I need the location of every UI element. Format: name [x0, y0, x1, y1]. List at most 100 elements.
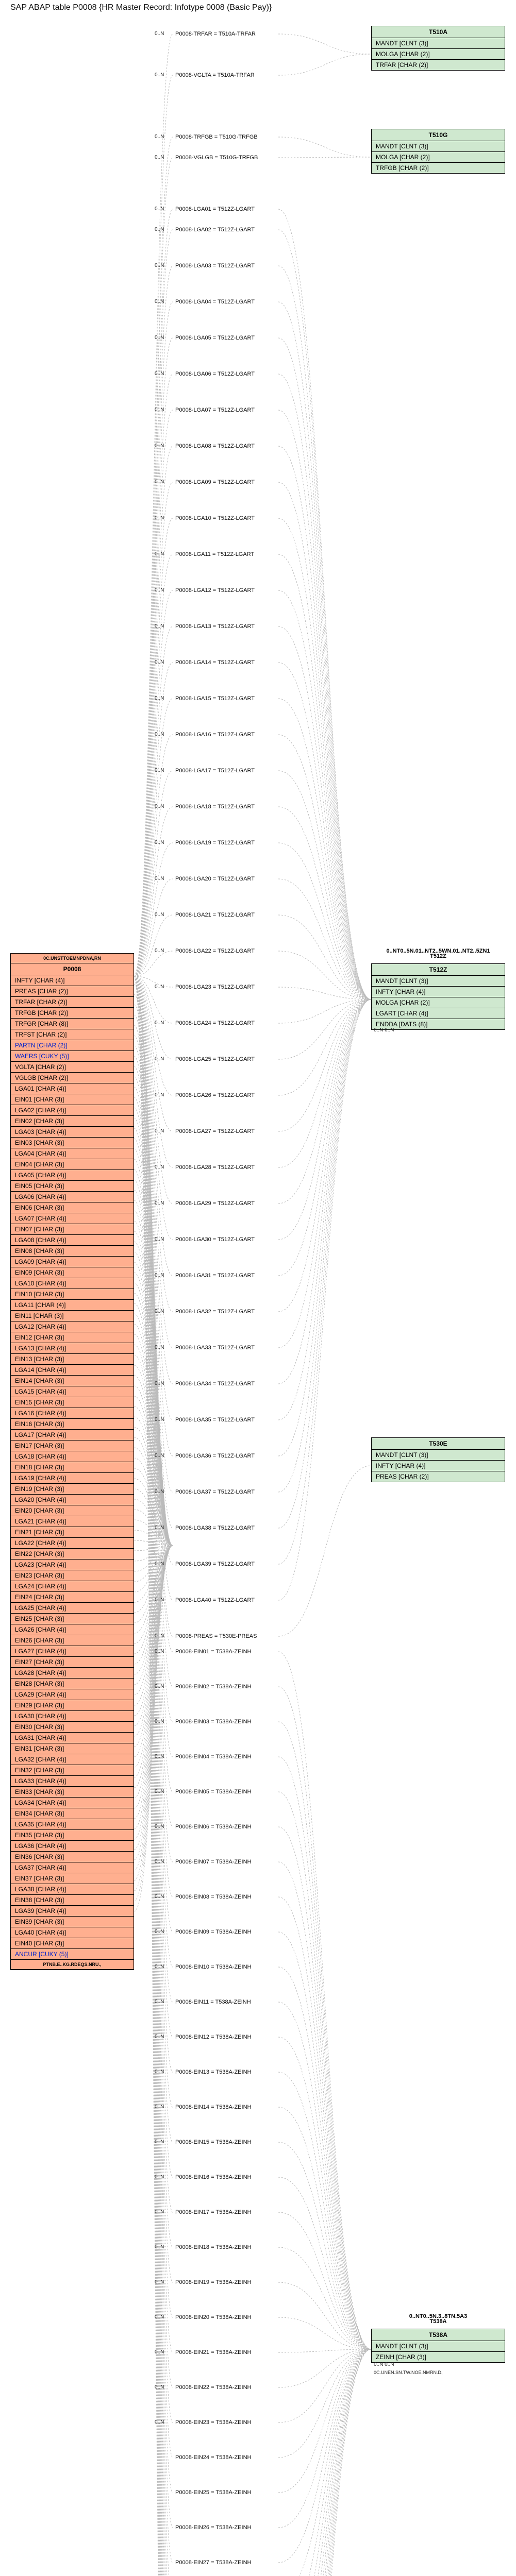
source-row: TRFST [CHAR (2)] [11, 1029, 134, 1040]
cardinality: 0..N [155, 2244, 164, 2250]
source-row: INFTY [CHAR (4)] [11, 975, 134, 986]
source-row: EIN07 [CHAR (3)] [11, 1224, 134, 1235]
cardinality: 0..N [155, 335, 164, 341]
source-row: LGA40 [CHAR (4)] [11, 1927, 134, 1938]
edge-label: P0008-LGA19 = T512Z-LGART [175, 840, 255, 846]
edge-label: P0008-EIN11 = T538A-ZEINH [175, 1999, 251, 2005]
source-row: EIN25 [CHAR (3)] [11, 1614, 134, 1624]
edge-label: P0008-LGA13 = T512Z-LGART [175, 623, 255, 630]
source-row: EIN27 [CHAR (3)] [11, 1657, 134, 1668]
source-row: EIN35 [CHAR (3)] [11, 1830, 134, 1841]
source-row: EIN17 [CHAR (3)] [11, 1440, 134, 1451]
edge-label: P0008-EIN23 = T538A-ZEINH [175, 2419, 251, 2426]
edge-label: P0008-LGA23 = T512Z-LGART [175, 984, 255, 990]
source-row: LGA21 [CHAR (4)] [11, 1516, 134, 1527]
edge-label: P0008-PREAS = T530E-PREAS [175, 1633, 257, 1639]
edge-label: P0008-LGA11 = T512Z-LGART [175, 551, 254, 557]
cardinality: 0..N [155, 227, 164, 232]
source-row: EIN39 [CHAR (3)] [11, 1917, 134, 1927]
target-table-T538A: T538AMANDT [CLNT (3)]ZEINH [CHAR (3)] [371, 2329, 505, 2363]
edge-label: P0008-LGA12 = T512Z-LGART [175, 587, 255, 594]
source-row: LGA05 [CHAR (4)] [11, 1170, 134, 1181]
source-row: EIN40 [CHAR (3)] [11, 1938, 134, 1949]
cardinality: 0..N [155, 1754, 164, 1759]
source-row: EIN15 [CHAR (3)] [11, 1397, 134, 1408]
edge-label: P0008-EIN21 = T538A-ZEINH [175, 2349, 251, 2355]
target-row: INFTY [CHAR (4)] [372, 987, 505, 997]
cardinality: 0..N [155, 587, 164, 593]
source-row: LGA27 [CHAR (4)] [11, 1646, 134, 1657]
cardinality: 0..N [155, 984, 164, 990]
source-row: LGA24 [CHAR (4)] [11, 1581, 134, 1592]
source-row: EIN37 [CHAR (3)] [11, 1873, 134, 1884]
source-row: EIN21 [CHAR (3)] [11, 1527, 134, 1538]
source-row: EIN24 [CHAR (3)] [11, 1592, 134, 1603]
edge-label: P0008-LGA29 = T512Z-LGART [175, 1200, 255, 1207]
edge-label: P0008-EIN20 = T538A-ZEINH [175, 2314, 251, 2320]
source-row: EIN14 [CHAR (3)] [11, 1376, 134, 1386]
cardinality: 0..N [155, 1092, 164, 1098]
target-row: PREAS [CHAR (2)] [372, 1471, 505, 1482]
source-row: LGA17 [CHAR (4)] [11, 1430, 134, 1440]
edge-label: P0008-EIN04 = T538A-ZEINH [175, 1754, 251, 1760]
source-row: PREAS [CHAR (2)] [11, 986, 134, 997]
target-row: MOLGA [CHAR (2)] [372, 49, 505, 60]
target-table-T512Z: T512ZMANDT [CLNT (3)]INFTY [CHAR (4)]MOL… [371, 963, 505, 1030]
source-row: LGA07 [CHAR (4)] [11, 1213, 134, 1224]
cardinality: 0..N [155, 1894, 164, 1900]
edge-label: P0008-LGA01 = T512Z-LGART [175, 206, 255, 212]
source-row: LGA02 [CHAR (4)] [11, 1105, 134, 1116]
ghost-line: T538A [371, 2318, 505, 2325]
source-row: EIN38 [CHAR (3)] [11, 1895, 134, 1906]
source-row: EIN09 [CHAR (3)] [11, 1267, 134, 1278]
edge-label: P0008-EIN06 = T538A-ZEINH [175, 1824, 251, 1830]
source-row: LGA33 [CHAR (4)] [11, 1776, 134, 1787]
edge-label: P0008-EIN13 = T538A-ZEINH [175, 2069, 251, 2075]
edge-label: P0008-LGA27 = T512Z-LGART [175, 1128, 255, 1134]
cardinality: 0..N [155, 912, 164, 918]
source-row: TRFGR [CHAR (8)] [11, 1019, 134, 1029]
target-ghost-T512Z: 0..NT0..5N.01..NT2..5WN.01..NT2..5ZN1T51… [371, 948, 505, 958]
cardinality: 0..N [155, 2209, 164, 2215]
target-row: ZEINH [CHAR (3)] [372, 2352, 505, 2362]
edge-label: P0008-EIN25 = T538A-ZEINH [175, 2489, 251, 2496]
source-row: TRFAR [CHAR (2)] [11, 997, 134, 1008]
source-row: EIN26 [CHAR (3)] [11, 1635, 134, 1646]
source-row: ANCUR [CUKY (5)] [11, 1949, 134, 1960]
cardinality: 0..N [155, 1597, 164, 1603]
target-row: MANDT [CLNT (3)] [372, 38, 505, 49]
edge-label: P0008-LGA21 = T512Z-LGART [175, 912, 255, 918]
source-row: LGA35 [CHAR (4)] [11, 1819, 134, 1830]
cardinality: 0..N [155, 1561, 164, 1567]
target-row: LGART [CHAR (4)] [372, 1008, 505, 1019]
edge-label: P0008-LGA04 = T512Z-LGART [175, 299, 255, 305]
edge-label: P0008-LGA36 = T512Z-LGART [175, 1453, 255, 1459]
cardinality: 0..N [155, 1789, 164, 1794]
edge-label: P0008-LGA10 = T512Z-LGART [175, 515, 255, 521]
card-cluster: 0C.UNEN.SN.TW.NOE.NMRN.D, [374, 2370, 443, 2375]
source-row: LGA03 [CHAR (4)] [11, 1127, 134, 1138]
source-row: LGA29 [CHAR (4)] [11, 1689, 134, 1700]
edge-label: P0008-LGA25 = T512Z-LGART [175, 1056, 255, 1062]
cardinality: 0..N [155, 155, 164, 160]
edge-label: P0008-EIN09 = T538A-ZEINH [175, 1929, 251, 1935]
edge-label: P0008-LGA22 = T512Z-LGART [175, 948, 255, 954]
edge-label: P0008-VGLGB = T510G-TRFGB [175, 155, 258, 161]
edge-label: P0008-LGA38 = T512Z-LGART [175, 1525, 255, 1531]
cardinality: 0..N [155, 1345, 164, 1350]
target-row: INFTY [CHAR (4)] [372, 1461, 505, 1471]
source-row: LGA09 [CHAR (4)] [11, 1257, 134, 1267]
cardinality: 0..N [155, 1633, 164, 1639]
source-row: EIN30 [CHAR (3)] [11, 1722, 134, 1733]
source-row: PARTN [CHAR (2)] [11, 1040, 134, 1051]
source-row: VGLTA [CHAR (2)] [11, 1062, 134, 1073]
target-table-T530E: T530EMANDT [CLNT (3)]INFTY [CHAR (4)]PRE… [371, 1437, 505, 1482]
source-row: LGA11 [CHAR (4)] [11, 1300, 134, 1311]
cardinality: 0..N [155, 1684, 164, 1689]
cardinality: 0..N [155, 1417, 164, 1422]
target-table-T510G: T510GMANDT [CLNT (3)]MOLGA [CHAR (2)]TRF… [371, 129, 505, 174]
source-row: LGA34 [CHAR (4)] [11, 1798, 134, 1808]
edge-label: P0008-LGA28 = T512Z-LGART [175, 1164, 255, 1171]
cardinality: 0..N [155, 1929, 164, 1935]
target-header: T530E [372, 1438, 505, 1450]
